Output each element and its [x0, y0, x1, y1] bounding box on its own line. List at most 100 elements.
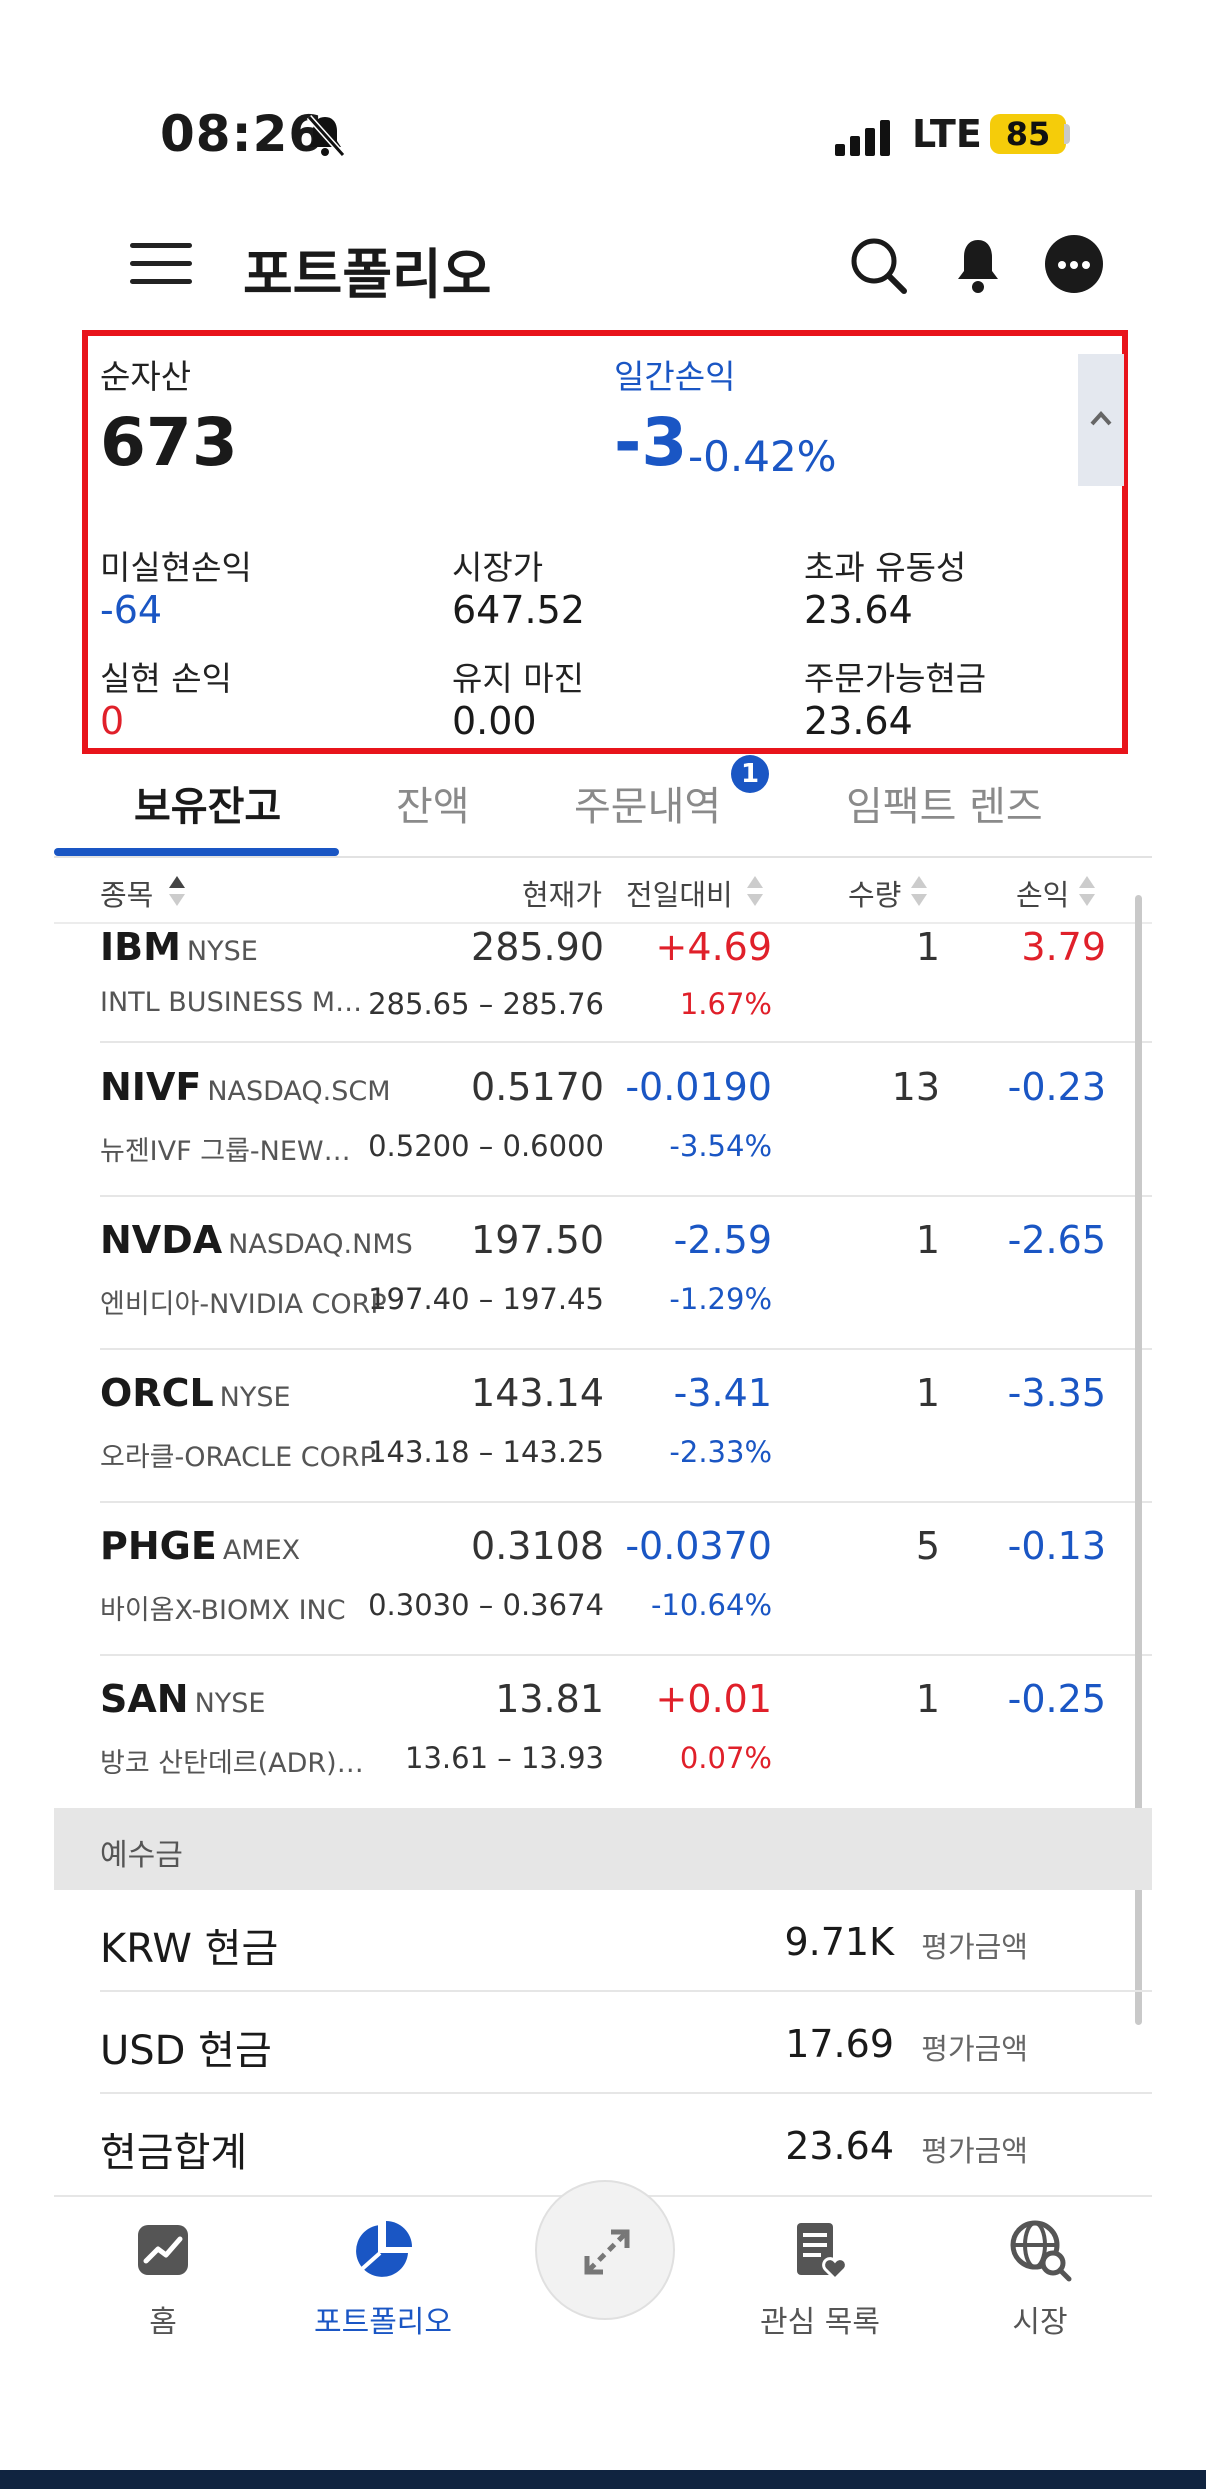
- row-change: -3.41: [673, 1371, 772, 1415]
- row-change-pct: -2.33%: [669, 1435, 772, 1469]
- cash-row-total[interactable]: 현금합계 23.64 평가금액: [100, 2094, 1152, 2196]
- page-title: 포트폴리오: [243, 243, 492, 306]
- row-change-pct: 0.07%: [679, 1741, 772, 1775]
- table-row[interactable]: IBMNYSE INTL BUSINESS MACHIN… 285.90 285…: [100, 905, 1152, 1043]
- signal-icon: [835, 120, 890, 156]
- nav-market[interactable]: 시장: [940, 2217, 1140, 2341]
- market-value-label: 시장가: [452, 548, 544, 587]
- deposit-header-label: 예수금: [100, 1838, 183, 1873]
- portfolio-pie-icon: [356, 2221, 412, 2277]
- battery-level: 85: [1005, 115, 1051, 153]
- row-change: -0.0190: [625, 1065, 772, 1109]
- cash-tag: 평가금액: [921, 2134, 1028, 2168]
- row-symbol: IBM: [100, 925, 181, 969]
- tab-orders[interactable]: 주문내역: [574, 774, 721, 832]
- maint-margin-label: 유지 마진: [452, 659, 584, 698]
- cash-row-usd[interactable]: USD 현금 17.69 평가금액: [100, 1992, 1152, 2094]
- row-name: 뉴젠IVF 그룹-NEWGENIV…: [100, 1136, 370, 1167]
- nav-label: 홈: [149, 2305, 177, 2340]
- expand-toggle-button[interactable]: [535, 2180, 675, 2320]
- maint-margin-value: 0.00: [452, 699, 537, 743]
- row-change-pct: -10.64%: [650, 1588, 772, 1622]
- table-row[interactable]: NVDA NASDAQ.NMS 엔비디아-NVIDIA CORP 197.50 1…: [100, 1198, 1152, 1350]
- cash-row-krw[interactable]: KRW 현금 9.71K 평가금액: [100, 1890, 1152, 1992]
- row-pnl: -0.13: [1007, 1524, 1106, 1568]
- tab-bar: 보유잔고 잔액 주문내역 1 임팩트 렌즈: [54, 755, 1152, 858]
- nav-home[interactable]: 홈: [63, 2217, 263, 2341]
- row-exchange: NASDAQ.SCM: [207, 1076, 391, 1107]
- collapse-button[interactable]: [1078, 354, 1124, 486]
- deposit-section-header: 예수금: [54, 1808, 1152, 1890]
- table-row[interactable]: SANNYSE 방코 산탄데르(ADR)-BAN… 13.81 13.61 – …: [100, 1657, 1152, 1809]
- available-cash-label: 주문가능현금: [804, 659, 987, 698]
- row-pnl: -3.35: [1007, 1371, 1106, 1415]
- bottom-edge: [0, 2470, 1206, 2489]
- row-change-pct: -3.54%: [669, 1129, 772, 1163]
- sort-icon[interactable]: [1078, 874, 1096, 908]
- row-qty: 5: [915, 1524, 940, 1568]
- expand-arrows-icon: [584, 2229, 630, 2275]
- table-row[interactable]: PHGE AMEX 바이옴X-BIOMX INC 0.3108 0.3030 – …: [100, 1504, 1152, 1656]
- chevron-up-icon: [1090, 411, 1112, 426]
- realized-pnl-label: 실현 손익: [100, 659, 232, 698]
- row-name: INTL BUSINESS MACHIN…: [100, 987, 370, 1018]
- row-symbol: NVDA: [100, 1218, 223, 1262]
- row-exchange: NYSE: [194, 1688, 266, 1719]
- row-range: 197.40 – 197.45: [368, 1282, 604, 1316]
- table-row[interactable]: NIVFNASDAQ.SCM 뉴젠IVF 그룹-NEWGENIV… 0.5170…: [100, 1045, 1152, 1197]
- row-pnl: 3.79: [1021, 925, 1106, 969]
- row-change-pct: -1.29%: [669, 1282, 772, 1316]
- daily-pnl-pct: -0.42%: [688, 432, 837, 481]
- nav-label: 관심 목록: [760, 2305, 880, 2340]
- sort-icon[interactable]: [910, 874, 928, 908]
- battery-icon: 85: [990, 114, 1066, 154]
- cash-tag: 평가금액: [921, 1930, 1028, 1964]
- realized-pnl-value: 0: [100, 699, 125, 743]
- search-icon[interactable]: [848, 235, 908, 295]
- tab-holdings[interactable]: 보유잔고: [134, 774, 281, 832]
- row-name: 바이옴X-BIOMX INC: [100, 1595, 346, 1626]
- nav-watchlist[interactable]: 관심 목록: [720, 2217, 920, 2341]
- row-pnl: -2.65: [1007, 1218, 1106, 1262]
- sort-asc-icon[interactable]: [168, 874, 186, 908]
- row-change-pct: 1.67%: [679, 987, 772, 1021]
- row-change: -0.0370: [625, 1524, 772, 1568]
- row-price: 285.90: [471, 925, 604, 969]
- row-exchange: NASDAQ.NMS: [228, 1229, 413, 1260]
- row-name: 엔비디아-NVIDIA CORP: [100, 1289, 387, 1320]
- nav-portfolio[interactable]: 포트폴리오: [283, 2217, 483, 2341]
- menu-icon[interactable]: [130, 240, 192, 288]
- cash-value: 17.69: [785, 2022, 894, 2066]
- excess-liquidity-label: 초과 유동성: [804, 548, 967, 587]
- row-range: 0.3030 – 0.3674: [368, 1588, 604, 1622]
- available-cash-value: 23.64: [804, 699, 913, 743]
- tab-impact-lens[interactable]: 임팩트 렌즈: [846, 774, 1043, 832]
- notification-bell-icon[interactable]: [948, 235, 1008, 295]
- row-change: +4.69: [655, 925, 772, 969]
- orders-badge: 1: [731, 755, 769, 793]
- daily-pnl-value: -3: [614, 404, 688, 481]
- row-exchange: AMEX: [222, 1535, 301, 1566]
- more-options-icon[interactable]: [1045, 235, 1103, 293]
- sort-icon[interactable]: [746, 874, 764, 908]
- cash-label: KRW 현금: [100, 1926, 279, 1972]
- row-symbol: SAN: [100, 1677, 189, 1721]
- row-range: 13.61 – 13.93: [405, 1741, 604, 1775]
- row-qty: 13: [891, 1065, 940, 1109]
- row-pnl: -0.23: [1007, 1065, 1106, 1109]
- battery-tip: [1064, 124, 1070, 144]
- unrealized-pnl-value: -64: [100, 588, 163, 632]
- cash-label: 현금합계: [100, 2130, 248, 2176]
- status-bar: 08:26 LTE 85: [0, 0, 1206, 200]
- row-range: 143.18 – 143.25: [368, 1435, 604, 1469]
- bell-muted-icon: [306, 114, 345, 158]
- daily-pnl-label: 일간손익: [614, 357, 736, 396]
- cash-value: 9.71K: [784, 1920, 894, 1964]
- account-summary: 순자산 673 일간손익 -3 -0.42% 미실현손익 -64 시장가 647…: [82, 330, 1128, 754]
- home-chart-icon: [138, 2225, 188, 2275]
- active-tab-indicator: [54, 848, 339, 856]
- globe-search-icon: [1010, 2220, 1072, 2282]
- table-row[interactable]: ORCL NYSE 오라클-ORACLE CORP 143.14 143.18 –…: [100, 1351, 1152, 1503]
- tab-balance[interactable]: 잔액: [396, 774, 470, 832]
- row-change: +0.01: [655, 1677, 772, 1721]
